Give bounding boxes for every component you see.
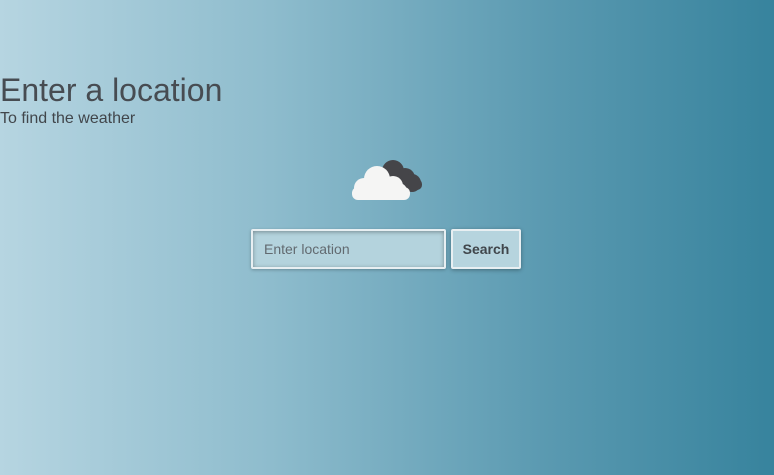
location-search-form: Search: [251, 229, 521, 269]
location-search-input[interactable]: [251, 229, 446, 269]
cloudy-icon: [350, 154, 424, 202]
page-title: Enter a location: [0, 72, 223, 108]
page-subtitle: To find the weather: [0, 110, 136, 127]
search-button[interactable]: Search: [451, 229, 521, 269]
